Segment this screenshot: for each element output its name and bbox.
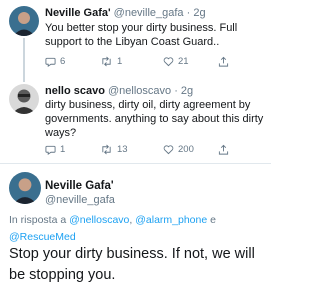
like-icon [163,145,174,155]
share-icon [218,56,229,67]
conjunction: e [210,214,216,226]
mention-link[interactable]: @RescueMed [9,231,76,243]
avatar[interactable] [9,6,39,36]
separator: · [171,85,181,97]
retweet-button[interactable]: 1 [100,56,122,67]
separator: · [183,7,194,19]
retweet-count: 13 [117,144,128,155]
share-button[interactable] [218,56,233,68]
tweet-1[interactable]: Neville Gafa' @neville_gafa · 2g You bet… [0,0,271,82]
retweet-icon [102,56,111,67]
retweet-icon [102,144,111,155]
tweet-text: dirty business, dirty oil, dirty agreeme… [45,99,264,139]
timestamp[interactable]: 2g [193,7,205,19]
tweet-actions: 1 13 200 [45,144,265,158]
like-count: 21 [178,56,189,67]
share-icon [218,144,229,155]
tweet-actions: 6 1 21 [45,56,265,70]
author-name[interactable]: nello scavo [45,85,105,97]
retweet-button[interactable]: 13 [100,144,128,155]
reply-count: 6 [60,56,66,67]
timestamp[interactable]: 2g [181,85,193,97]
thread-line [23,38,25,82]
tweet-header: Neville Gafa' @neville_gafa · 2g [45,7,206,19]
reply-count: 1 [60,144,66,155]
author-name[interactable]: Neville Gafa' [45,7,111,19]
avatar[interactable] [9,84,39,114]
tweet-text: Stop your dirty business. If not, we wil… [9,246,255,283]
divider [0,163,271,164]
reply-icon [45,145,56,155]
share-button[interactable] [218,144,233,156]
reply-button[interactable]: 1 [45,144,65,155]
like-icon [163,57,174,67]
reply-prefix: In risposta a [9,214,67,226]
retweet-count: 1 [117,56,123,67]
reply-button[interactable]: 6 [45,56,65,67]
like-button[interactable]: 21 [163,56,189,67]
like-count: 200 [178,144,194,155]
author-name[interactable]: Neville Gafa' [45,180,114,192]
author-handle[interactable]: @neville_gafa [114,7,184,19]
reply-context: In risposta a @nelloscavo, @alarm_phone … [9,212,264,246]
tweet-header: nello scavo @nelloscavo · 2g [45,85,193,97]
like-button[interactable]: 200 [163,144,194,155]
reply-icon [45,57,56,67]
tweet-text: You better stop your dirty business. Ful… [45,22,238,48]
avatar[interactable] [9,172,41,204]
author-handle[interactable]: @nelloscavo [108,85,171,97]
tweet-2[interactable]: nello scavo @nelloscavo · 2g dirty busin… [0,82,271,162]
mention-link[interactable]: @alarm_phone [135,214,207,226]
mention-link[interactable]: @nelloscavo [69,214,129,226]
author-handle[interactable]: @neville_gafa [45,194,115,206]
